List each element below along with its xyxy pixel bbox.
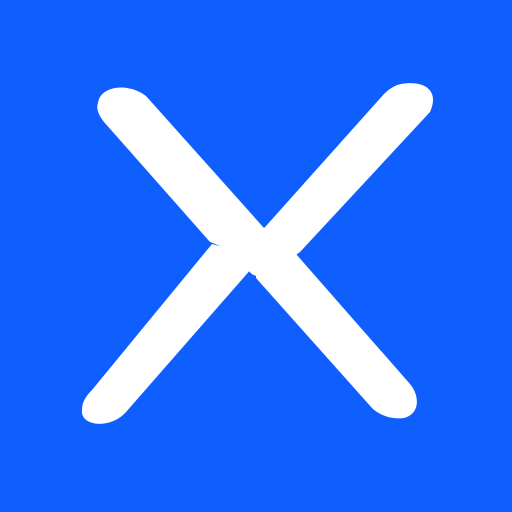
x-center-knot: [244, 236, 272, 276]
x-logo-icon: [0, 0, 512, 512]
app-icon: [0, 0, 512, 512]
